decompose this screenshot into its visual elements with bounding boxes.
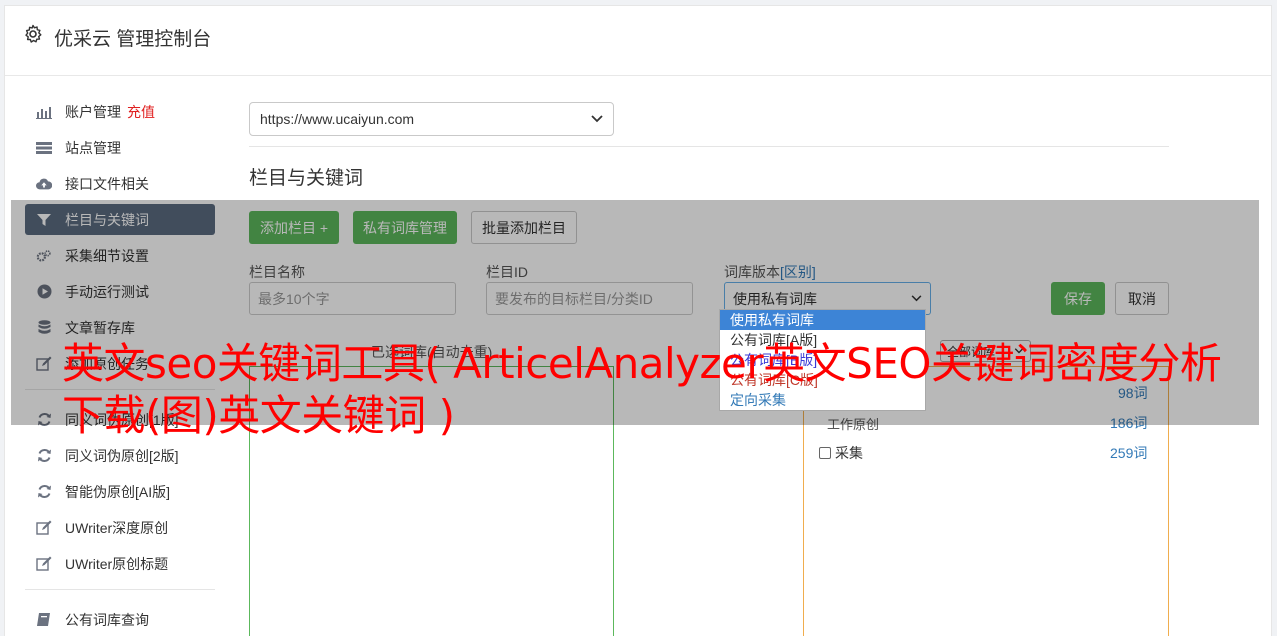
sidebar-item-label: 同义词伪原创[2版] (65, 447, 179, 464)
site-select-value: https://www.ucaiyun.com (260, 111, 415, 127)
keyword-count: 259词 (1110, 445, 1148, 461)
sidebar-item-label: UWriter深度原创 (65, 519, 169, 536)
sidebar-divider (25, 589, 215, 590)
sidebar-item-label: UWriter原创标题 (65, 555, 169, 572)
bar-chart-icon (36, 104, 52, 120)
collect-label: 采集 (835, 445, 863, 461)
sidebar-item-label: 接口文件相关 (65, 175, 149, 192)
sidebar-item-uwriter-deep[interactable]: UWriter深度原创 (25, 512, 215, 543)
collect-checkbox-row[interactable]: 采集 (819, 443, 863, 463)
sidebar-item-label: 智能伪原创[AI版] (65, 483, 171, 500)
sidebar-item-public-lib[interactable]: 公有词库查询 (25, 604, 215, 635)
book-icon (36, 612, 52, 628)
section-divider (249, 146, 1169, 147)
dropdown-option[interactable]: 使用私有词库 (720, 310, 925, 330)
chevron-down-icon (591, 115, 603, 123)
edit-icon (36, 556, 52, 572)
sidebar-item-api-files[interactable]: 接口文件相关 (25, 168, 215, 199)
sidebar-item-synonym-v2[interactable]: 同义词伪原创[2版] (25, 440, 215, 471)
page-title: 优采云 管理控制台 (54, 29, 212, 50)
server-icon (36, 140, 52, 156)
sidebar-item-label: 账户管理 (65, 103, 121, 120)
site-select[interactable]: https://www.ucaiyun.com (249, 102, 614, 136)
collect-checkbox[interactable] (819, 447, 831, 459)
watermark-text: 英文seo关键词工具( ArticelAnalyzer英文SEO关键词密度分析下… (62, 339, 1222, 440)
cloud-upload-icon (36, 176, 52, 192)
edit-icon (36, 520, 52, 536)
refresh-icon (36, 448, 52, 464)
refresh-icon (36, 484, 52, 500)
sidebar-item-account[interactable]: 账户管理 充值 (25, 96, 215, 127)
section-title: 栏目与关键词 (249, 168, 364, 189)
sidebar-item-uwriter-title[interactable]: UWriter原创标题 (25, 548, 215, 579)
gear-icon (25, 24, 42, 43)
sidebar-item-ai-rewrite[interactable]: 智能伪原创[AI版] (25, 476, 215, 507)
sidebar-item-label: 公有词库查询 (65, 611, 149, 628)
sidebar-item-label: 站点管理 (65, 139, 121, 156)
recharge-link[interactable]: 充值 (127, 102, 155, 122)
sidebar-item-sites[interactable]: 站点管理 (25, 132, 215, 163)
page-header: 优采云 管理控制台 (5, 6, 1271, 76)
